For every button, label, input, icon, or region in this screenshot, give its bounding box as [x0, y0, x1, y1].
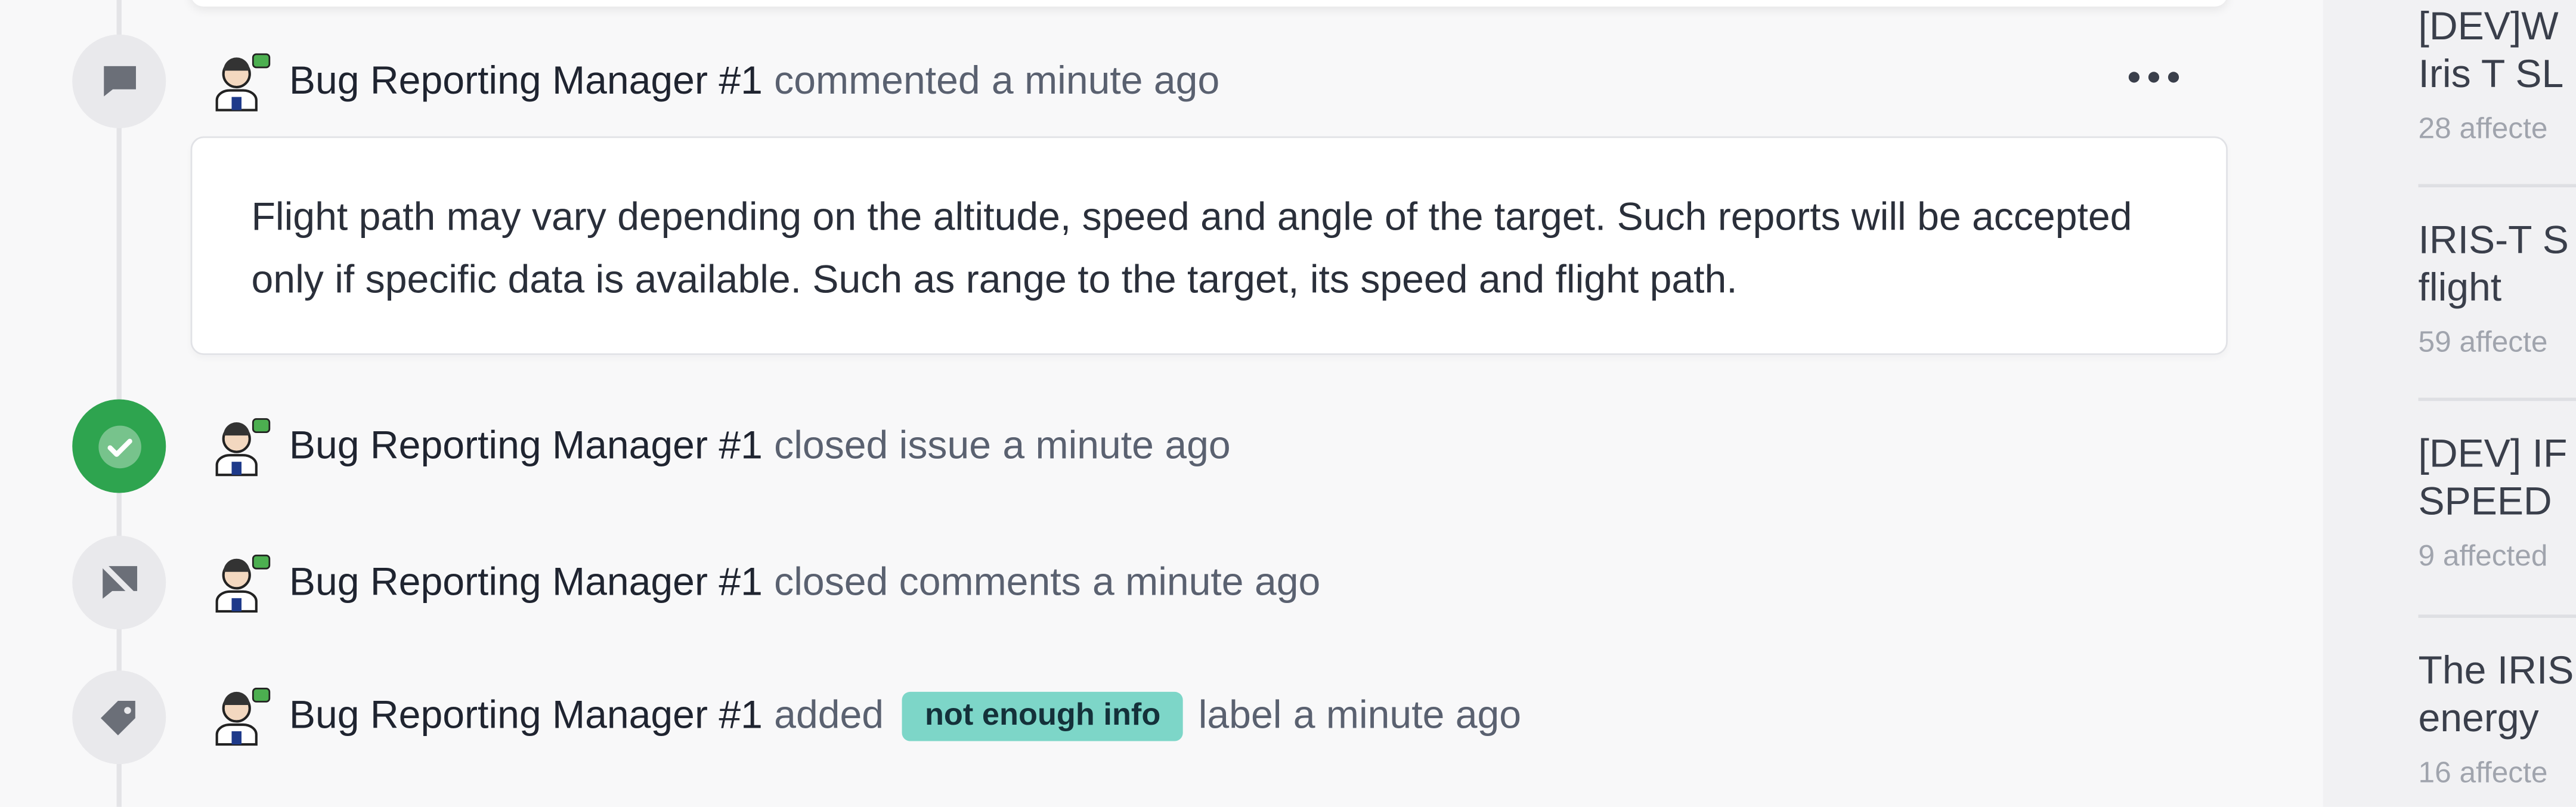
comment-body: Flight path may vary depending on the al…: [251, 195, 2132, 302]
related-issue-item[interactable]: [DEV]W Iris T SL 28 affecte: [2419, 4, 2576, 147]
event-action: closed issue: [774, 423, 992, 469]
closed-issue-event: Bug Reporting Manager #1 closed issue a …: [213, 414, 1242, 480]
related-issue-title: The IRIS: [2418, 649, 2574, 694]
speech-bubble-icon: [72, 34, 166, 128]
affected-count: 9 affected: [2418, 539, 2548, 572]
divider: [2418, 184, 2576, 188]
label-badge[interactable]: not enough info: [902, 691, 1184, 741]
affected-count: 28 affecte: [2418, 112, 2548, 145]
more-options-button[interactable]: [2116, 52, 2192, 102]
check-circle-icon: [72, 399, 166, 493]
event-suffix: label: [1198, 693, 1282, 738]
actor-name[interactable]: Bug Reporting Manager #1: [289, 560, 763, 606]
ellipsis-icon: [2128, 72, 2179, 83]
divider: [2418, 397, 2576, 401]
related-issue-title: [DEV] IF: [2418, 432, 2568, 477]
affected-count: 16 affecte: [2418, 756, 2548, 789]
event-time[interactable]: a minute ago: [1293, 694, 1521, 740]
comment-box: Flight path may vary depending on the al…: [190, 136, 2228, 355]
event-action: closed comments: [774, 560, 1081, 605]
divider: [2418, 614, 2576, 618]
event-time[interactable]: a minute ago: [1002, 424, 1230, 470]
related-issue-title: energy: [2418, 697, 2539, 741]
related-issue-title: Iris T SL: [2418, 52, 2564, 97]
related-issue-title: flight: [2418, 266, 2502, 311]
event-time[interactable]: a minute ago: [1092, 560, 1320, 606]
comment-event-header: Bug Reporting Manager #1 commented a min…: [213, 50, 1231, 115]
avatar[interactable]: [213, 51, 273, 113]
issue-page: Bug Reporting Manager #1 commented a min…: [0, 0, 2576, 807]
tag-icon: [72, 670, 166, 765]
related-issue-title: SPEED: [2418, 480, 2552, 524]
related-issue-item[interactable]: [DEV] IF SPEED 9 affected: [2419, 431, 2576, 574]
avatar[interactable]: [213, 552, 273, 615]
actor-name[interactable]: Bug Reporting Manager #1: [289, 694, 763, 740]
comment-disabled-icon: [72, 536, 166, 630]
avatar[interactable]: [213, 416, 273, 478]
event-action: commented: [774, 59, 980, 104]
actor-name[interactable]: Bug Reporting Manager #1: [289, 424, 763, 470]
actor-name[interactable]: Bug Reporting Manager #1: [289, 59, 763, 105]
related-issue-item[interactable]: The IRIS energy 16 affecte: [2419, 648, 2576, 791]
event-action: added: [774, 693, 884, 738]
avatar[interactable]: [213, 685, 273, 748]
related-issue-title: IRIS-T S: [2418, 218, 2569, 263]
related-issue-item[interactable]: IRIS-T S flight 59 affecte: [2419, 217, 2576, 360]
label-event: Bug Reporting Manager #1 added not enoug…: [213, 684, 1532, 749]
closed-comments-event: Bug Reporting Manager #1 closed comments…: [213, 551, 1332, 616]
previous-comment-card: [190, 0, 2228, 7]
related-issues-sidebar: [DEV]W Iris T SL 28 affecte IRIS-T S fli…: [2323, 0, 2576, 807]
related-issue-title: [DEV]W: [2418, 5, 2559, 50]
event-time[interactable]: a minute ago: [992, 59, 1219, 105]
affected-count: 59 affecte: [2418, 325, 2548, 358]
